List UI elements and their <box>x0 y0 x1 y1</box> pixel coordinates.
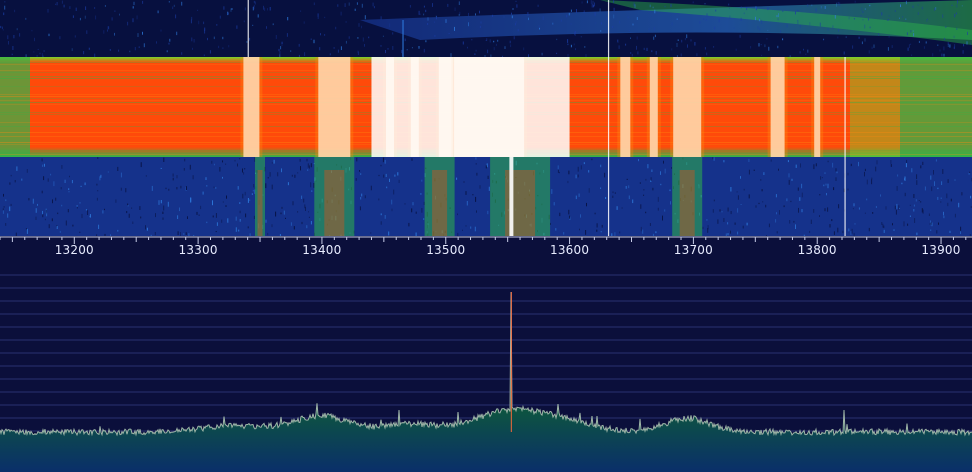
frequency-tick-label: 13300 <box>178 243 218 257</box>
waterfall-display[interactable] <box>0 0 972 236</box>
frequency-tick-label: 13800 <box>797 243 837 257</box>
spectrum-plot[interactable] <box>0 262 972 472</box>
waterfall-center-signal <box>371 57 570 157</box>
frequency-tick-label: 13400 <box>302 243 342 257</box>
waterfall-lower-region <box>0 157 972 236</box>
frequency-tick-label: 13500 <box>426 243 466 257</box>
sdr-spectrum-display: 13200 13300 13400 13500 13600 13700 13800 13900 <box>0 0 972 472</box>
frequency-axis[interactable]: 13200 13300 13400 13500 13600 13700 13800 13900 <box>0 236 972 262</box>
frequency-tick-label: 13200 <box>54 243 94 257</box>
frequency-tick-label: 13600 <box>550 243 590 257</box>
frequency-tick-label: 13700 <box>673 243 713 257</box>
frequency-tick-label: 13900 <box>921 243 961 257</box>
